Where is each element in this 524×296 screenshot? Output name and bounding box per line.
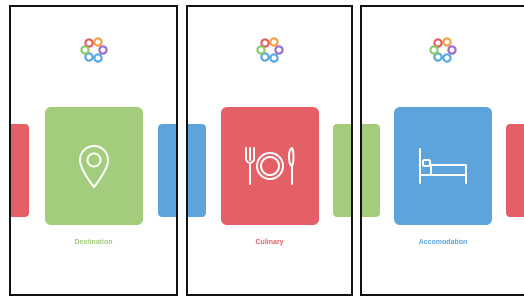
- screen-accomodation: Accomodation: [360, 5, 524, 296]
- flower-logo-icon: [255, 37, 284, 63]
- next-card-peek[interactable]: [158, 124, 176, 217]
- bed-icon: [419, 148, 467, 184]
- screen-destination: Destination: [9, 5, 178, 296]
- flower-logo-icon: [429, 37, 457, 63]
- prev-card-peek[interactable]: [11, 124, 29, 217]
- prev-card-peek[interactable]: [362, 124, 380, 217]
- plate-cutlery-icon: [244, 147, 294, 185]
- culinary-card[interactable]: [220, 107, 319, 225]
- screen-culinary: Culinary: [186, 5, 353, 296]
- card-label: Destination: [74, 239, 113, 246]
- accomodation-card[interactable]: [394, 107, 492, 225]
- next-card-peek[interactable]: [506, 124, 524, 217]
- card-label: Culinary: [255, 239, 284, 246]
- next-card-peek[interactable]: [333, 124, 351, 217]
- destination-card[interactable]: [44, 107, 143, 225]
- card-label: Accomodation: [418, 239, 468, 246]
- prev-card-peek[interactable]: [188, 124, 206, 217]
- map-pin-icon: [78, 145, 109, 189]
- flower-logo-icon: [79, 37, 108, 63]
